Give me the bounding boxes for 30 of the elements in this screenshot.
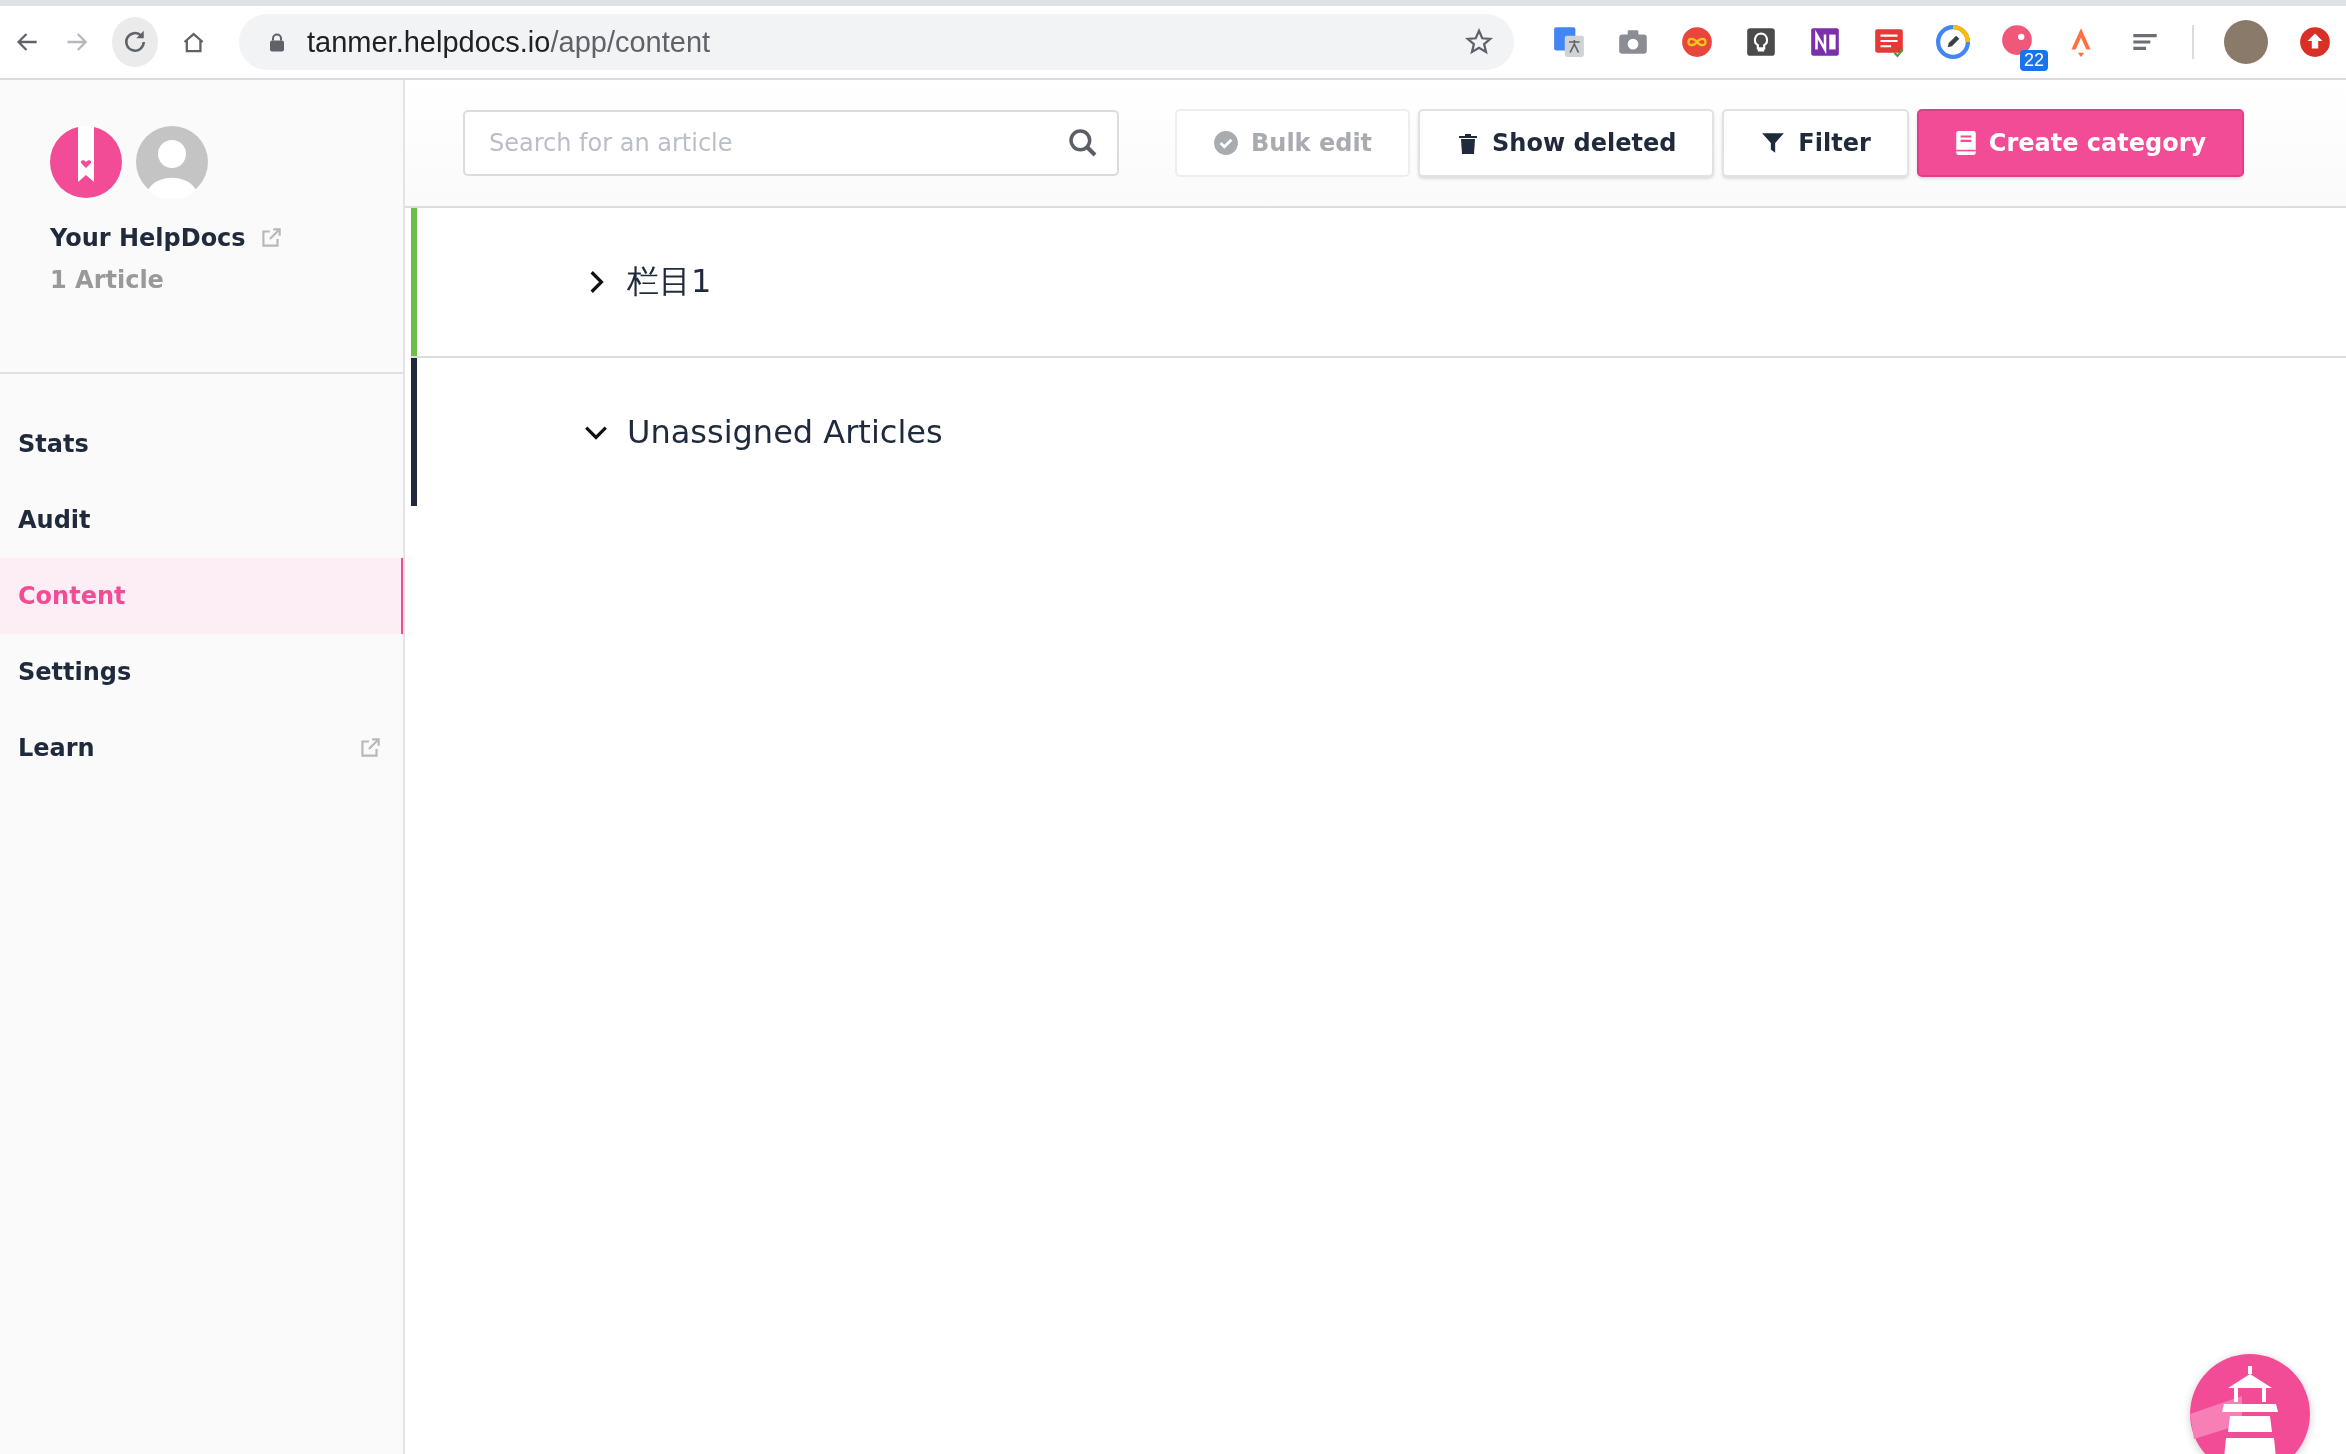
lighthouse-chat-button[interactable]	[2190, 1354, 2310, 1454]
site-name: Your HelpDocs	[50, 224, 246, 252]
filter-button[interactable]: Filter	[1722, 109, 1909, 177]
address-bar[interactable]: tanmer.helpdocs.io/app/content	[239, 14, 1514, 70]
notification-badge: 22	[2020, 50, 2048, 71]
nav-item[interactable]: Audit	[0, 482, 403, 558]
nav-item[interactable]: Learn	[0, 710, 403, 786]
nav-item[interactable]: Stats	[0, 406, 403, 482]
user-avatar	[136, 126, 208, 198]
pencil-circle-icon[interactable]	[1936, 25, 1970, 59]
nav-item[interactable]: Settings	[0, 634, 403, 710]
show-deleted-button[interactable]: Show deleted	[1418, 109, 1715, 177]
book-icon	[1954, 130, 1977, 156]
infinity-icon[interactable]	[1680, 25, 1714, 59]
category-header[interactable]: Unassigned Articles	[417, 413, 943, 451]
url-text: tanmer.helpdocs.io/app/content	[307, 25, 712, 59]
bookmark-heart-logo	[50, 126, 122, 198]
check-circle-icon	[1213, 130, 1239, 156]
reload-button[interactable]	[112, 17, 158, 67]
profile-avatar[interactable]	[2224, 20, 2268, 64]
translate-icon[interactable]	[1552, 25, 1586, 59]
category-header[interactable]: 栏目1	[417, 260, 712, 304]
lock-icon	[269, 32, 285, 52]
notebook-icon[interactable]	[1808, 25, 1842, 59]
update-icon[interactable]	[2298, 25, 2332, 59]
star-icon[interactable]	[1464, 27, 1494, 57]
article-count: 1 Article	[50, 266, 165, 294]
lightbulb-icon[interactable]	[1744, 25, 1778, 59]
search-field[interactable]: Search for an article	[463, 110, 1119, 176]
search-icon[interactable]	[1067, 127, 1099, 159]
